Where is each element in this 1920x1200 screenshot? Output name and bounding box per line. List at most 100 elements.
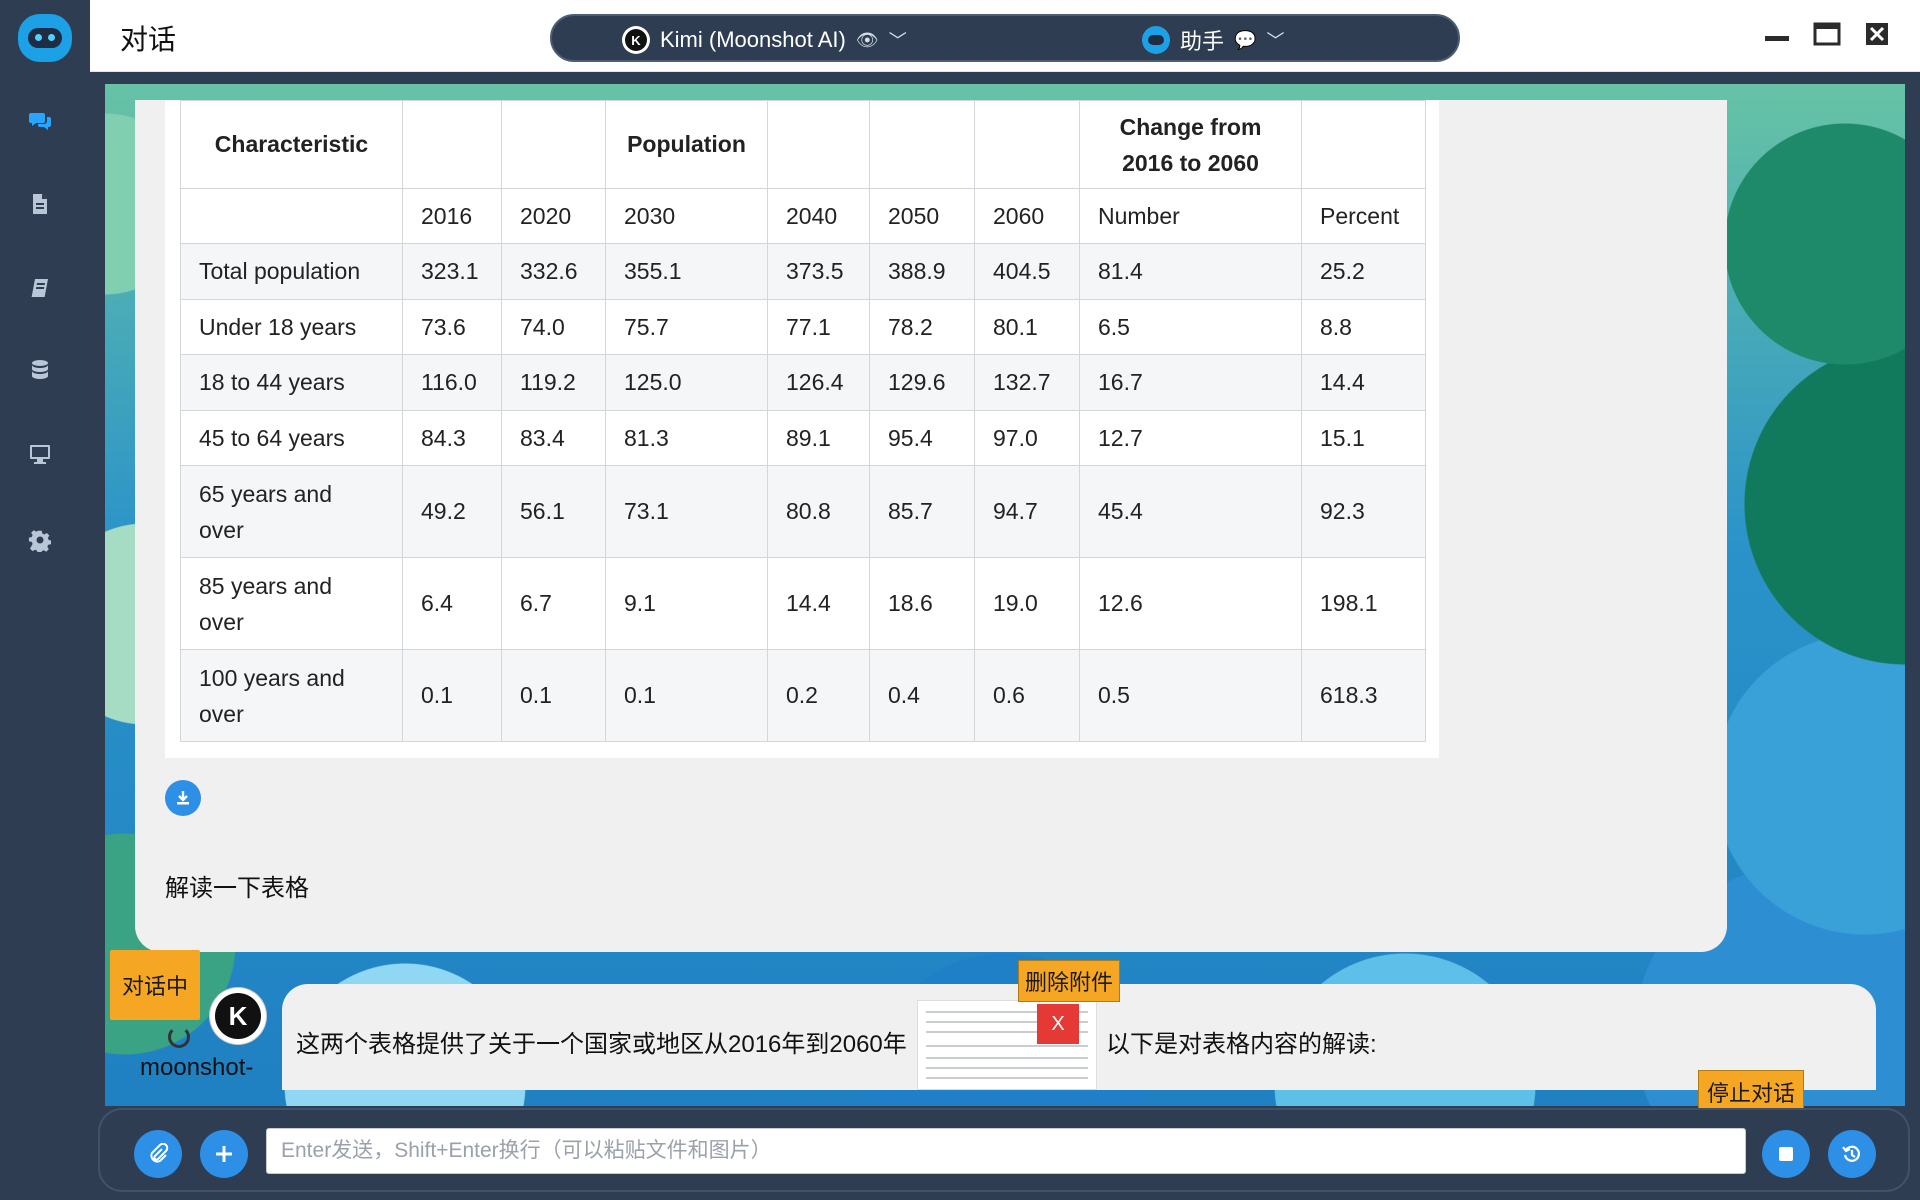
- table-cell: 78.2: [869, 299, 975, 355]
- assistant-message-text: 这两个表格提供了关于一个国家或地区从2016年到2060年: [296, 1031, 907, 1058]
- percent-header: Percent: [1301, 188, 1426, 244]
- app-logo: [18, 14, 72, 62]
- table-cell: 15.1: [1301, 410, 1426, 466]
- history-button[interactable]: [1828, 1130, 1876, 1178]
- input-bar: [98, 1108, 1910, 1192]
- table-cell: 81.4: [1079, 243, 1302, 300]
- table-cell: 19.0: [974, 557, 1080, 650]
- row-label: 18 to 44 years: [180, 354, 403, 411]
- table-cell: 16.7: [1079, 354, 1302, 411]
- table-cell: 81.3: [605, 410, 768, 466]
- status-badge: 对话中: [110, 950, 200, 1020]
- table-cell: 80.8: [767, 465, 870, 558]
- column-header-characteristic: Characteristic: [180, 100, 403, 189]
- database-icon[interactable]: [28, 358, 52, 382]
- table-cell: 14.4: [1301, 354, 1426, 411]
- message-input[interactable]: [266, 1128, 1746, 1174]
- table-cell: 0.4: [869, 649, 975, 742]
- kimi-logo-icon: K: [622, 26, 650, 54]
- document-icon[interactable]: [28, 192, 52, 216]
- assistant-name: 助手: [1180, 29, 1225, 54]
- table-cell: 6.7: [501, 557, 606, 650]
- table-cell: 18.6: [869, 557, 975, 650]
- user-message-text: 解读一下表格: [165, 875, 309, 902]
- table-row: Total population 323.1 332.6 355.1 373.5…: [180, 243, 1426, 300]
- table-cell: 0.6: [974, 649, 1080, 742]
- table-cell: 84.3: [402, 410, 502, 466]
- table-cell: 85.7: [869, 465, 975, 558]
- attach-file-button[interactable]: [134, 1130, 182, 1178]
- table-cell: 132.7: [974, 354, 1080, 411]
- history-icon: [1842, 1145, 1860, 1162]
- table-cell: 332.6: [501, 243, 606, 300]
- table-cell: 355.1: [605, 243, 768, 300]
- assistant-selector[interactable]: 助手 💬 ﹀: [1142, 26, 1284, 54]
- table-cell: 80.1: [974, 299, 1080, 355]
- plus-icon: [216, 1146, 232, 1162]
- table-cell: 74.0: [501, 299, 606, 355]
- notebook-icon[interactable]: [28, 276, 52, 300]
- table-cell: 9.1: [605, 557, 768, 650]
- stop-button[interactable]: [1762, 1130, 1810, 1178]
- table-cell: 75.7: [605, 299, 768, 355]
- gear-icon[interactable]: [28, 528, 52, 552]
- download-button[interactable]: [165, 780, 201, 816]
- table-cell: 6.5: [1079, 299, 1302, 355]
- row-label: 85 years and over: [180, 557, 403, 650]
- minimize-button[interactable]: [1762, 22, 1792, 46]
- chevron-down-icon[interactable]: ﹀: [889, 27, 907, 53]
- year-header: 2050: [869, 188, 975, 244]
- row-label: 100 years and over: [180, 649, 403, 742]
- monitor-icon[interactable]: [28, 442, 52, 466]
- table-cell: 45.4: [1079, 465, 1302, 558]
- table-cell: 404.5: [974, 243, 1080, 300]
- table-cell: 83.4: [501, 410, 606, 466]
- loading-spinner-icon: [168, 1026, 190, 1048]
- table-cell: 73.6: [402, 299, 502, 355]
- table-cell: 77.1: [767, 299, 870, 355]
- user-message-card: Characteristic Population Change from 201…: [135, 100, 1727, 952]
- paperclip-icon: [150, 1143, 169, 1163]
- table-cell: 12.7: [1079, 410, 1302, 466]
- row-label: 45 to 64 years: [180, 410, 403, 466]
- eye-icon[interactable]: 👁: [856, 30, 879, 51]
- model-selector-bar: K Kimi (Moonshot AI) 👁 ﹀ 助手 💬 ﹀: [550, 14, 1460, 62]
- column-header-population: Population: [605, 100, 768, 189]
- model-name: Kimi (Moonshot AI): [660, 27, 846, 52]
- table-cell: 97.0: [974, 410, 1080, 466]
- table-cell: 0.1: [402, 649, 502, 742]
- table-row: 85 years and over 6.4 6.7 9.1 14.4 18.6 1…: [180, 557, 1426, 650]
- attached-table-image: Characteristic Population Change from 201…: [165, 100, 1439, 758]
- row-label: Under 18 years: [180, 299, 403, 355]
- close-button[interactable]: [1862, 22, 1892, 46]
- table-row: 18 to 44 years 116.0 119.2 125.0 126.4 1…: [180, 354, 1426, 411]
- maximize-button[interactable]: [1812, 22, 1842, 46]
- sidebar: [0, 0, 90, 1200]
- table-cell: 56.1: [501, 465, 606, 558]
- chat-icon[interactable]: [28, 108, 52, 132]
- delete-attachment-button[interactable]: X: [1037, 1004, 1079, 1044]
- delete-attachment-tooltip: 删除附件: [1018, 960, 1121, 1002]
- table-cell: 92.3: [1301, 465, 1426, 558]
- assistant-avatar: K: [210, 988, 266, 1044]
- year-header: 2016: [402, 188, 502, 244]
- number-header: Number: [1079, 188, 1302, 244]
- chevron-down-icon[interactable]: ﹀: [1266, 27, 1284, 53]
- new-chat-button[interactable]: [200, 1130, 248, 1178]
- table-cell: 125.0: [605, 354, 768, 411]
- table-cell: 49.2: [402, 465, 502, 558]
- table-cell: 126.4: [767, 354, 870, 411]
- table-cell: 12.6: [1079, 557, 1302, 650]
- table-cell: 25.2: [1301, 243, 1426, 300]
- chat-bubble-icon[interactable]: 💬: [1234, 30, 1256, 51]
- table-cell: 0.2: [767, 649, 870, 742]
- year-header: 2020: [501, 188, 606, 244]
- assistant-name-label: moonshot-: [140, 1054, 254, 1081]
- population-table: Characteristic Population Change from 201…: [180, 100, 1426, 742]
- page-title: 对话: [120, 24, 177, 55]
- model-selector[interactable]: K Kimi (Moonshot AI) 👁 ﹀: [622, 26, 907, 54]
- row-label: 65 years and over: [180, 465, 403, 558]
- assistant-message-text-continued: 以下是对表格内容的解读:: [1106, 1031, 1377, 1058]
- table-cell: 94.7: [974, 465, 1080, 558]
- assistant-avatar-icon: [1142, 26, 1170, 54]
